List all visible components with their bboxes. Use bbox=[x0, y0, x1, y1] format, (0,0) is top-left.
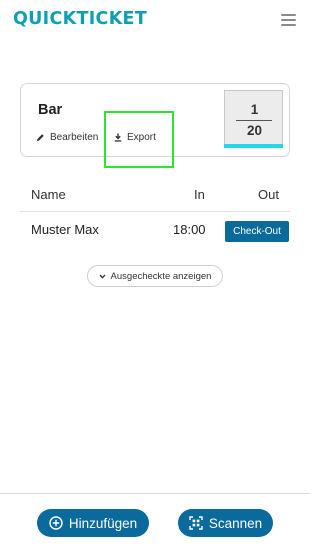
attendance-counter: 1 20 bbox=[224, 90, 283, 148]
show-checked-out-label: Ausgecheckte anzeigen bbox=[110, 270, 212, 282]
column-header-in: In bbox=[194, 187, 205, 202]
counter-progress-bar bbox=[224, 144, 283, 148]
app-header: QUICKTICKET bbox=[0, 0, 310, 44]
brand-logo: QUICKTICKET bbox=[13, 9, 148, 29]
table-row: Muster Max 18:00 Check-Out bbox=[20, 212, 290, 248]
bottom-action-bar: Hinzufügen Scannen bbox=[0, 493, 310, 551]
column-header-name: Name bbox=[31, 187, 66, 202]
check-in-time: 18:00 bbox=[173, 222, 206, 237]
column-header-out: Out bbox=[258, 187, 279, 202]
qr-scan-icon bbox=[189, 516, 203, 530]
event-title: Bar bbox=[38, 102, 63, 118]
capacity-count: 20 bbox=[246, 123, 263, 138]
export-button[interactable]: Export bbox=[114, 132, 156, 143]
check-out-button[interactable]: Check-Out bbox=[225, 221, 289, 242]
chevron-down-icon bbox=[99, 274, 106, 279]
scan-label: Scannen bbox=[208, 515, 263, 531]
show-checked-out-button[interactable]: Ausgecheckte anzeigen bbox=[87, 265, 223, 287]
counter-divider bbox=[236, 120, 272, 121]
plus-circle-icon bbox=[49, 516, 63, 530]
add-label: Hinzufügen bbox=[68, 515, 138, 531]
export-label: Export bbox=[127, 132, 156, 143]
hamburger-menu-icon[interactable] bbox=[281, 14, 296, 26]
edit-label: Bearbeiten bbox=[50, 132, 99, 143]
add-button[interactable]: Hinzufügen bbox=[37, 509, 149, 537]
edit-button[interactable]: Bearbeiten bbox=[36, 132, 98, 143]
scan-button[interactable]: Scannen bbox=[178, 509, 273, 537]
download-icon bbox=[114, 133, 122, 142]
guest-name: Muster Max bbox=[31, 222, 99, 237]
pencil-icon bbox=[36, 134, 44, 142]
checked-in-count: 1 bbox=[250, 102, 259, 117]
